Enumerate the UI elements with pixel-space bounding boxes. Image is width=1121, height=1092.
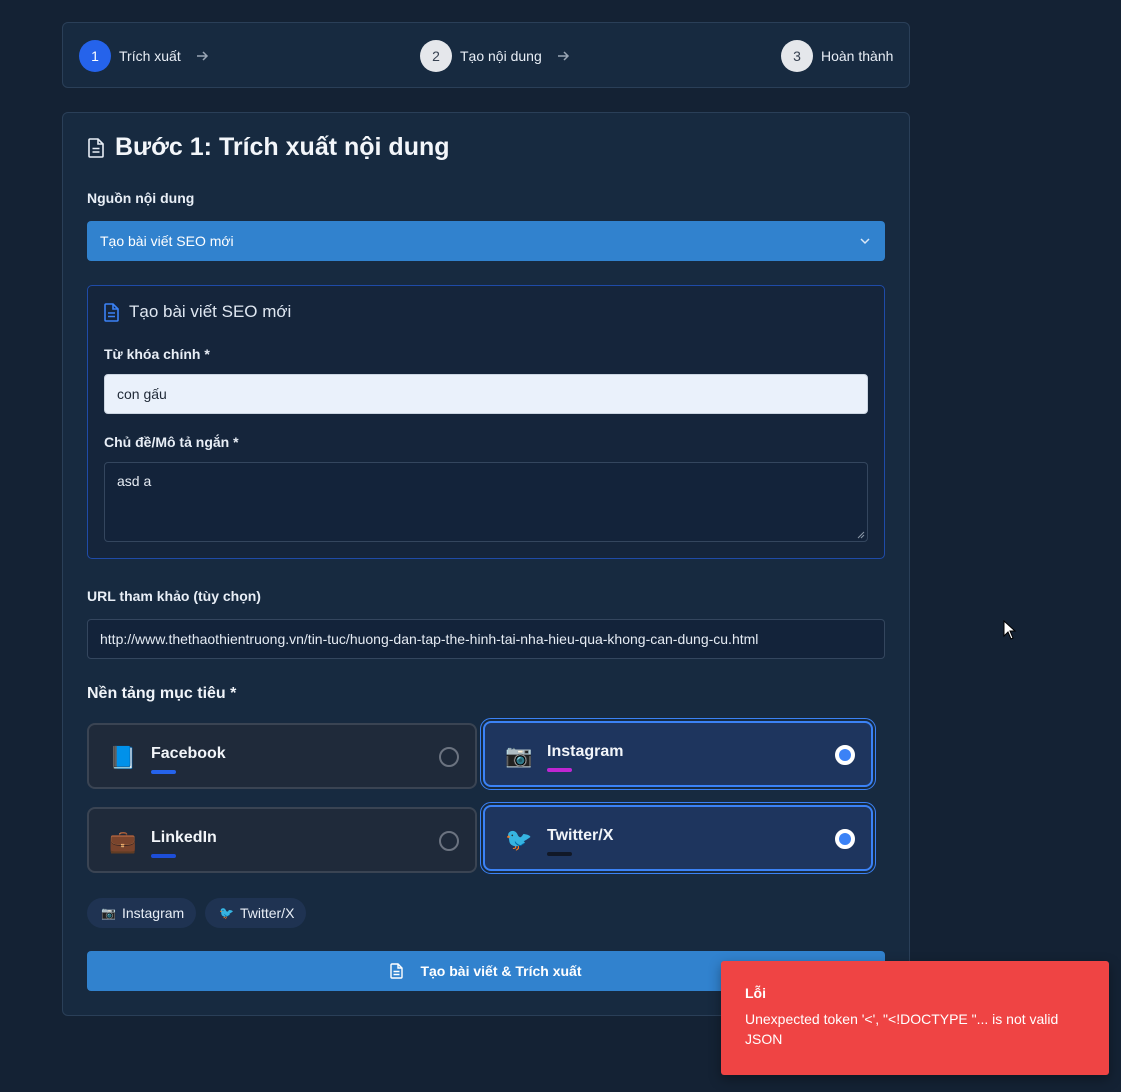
step-2-number: 2 [420, 40, 452, 72]
step-1-label: Trích xuất [119, 48, 181, 64]
platform-color-bar [151, 770, 176, 774]
url-input[interactable]: http://www.thethaothientruong.vn/tin-tuc… [87, 619, 885, 659]
seo-panel-title-text: Tạo bài viết SEO mới [129, 302, 292, 321]
document-icon [88, 137, 104, 158]
seo-panel: Tạo bài viết SEO mới Từ khóa chính * con… [87, 285, 885, 559]
step-1-number: 1 [79, 40, 111, 72]
platform-color-bar [151, 854, 176, 858]
platform-option-facebook[interactable]: 📘 Facebook [87, 723, 477, 789]
create-extract-button-label: Tạo bài viết & Trích xuất [420, 963, 582, 979]
platform-radio[interactable] [835, 745, 855, 765]
stepper: 1 Trích xuất 2 Tạo nội dung 3 Hoàn thành [62, 22, 910, 88]
source-label: Nguồn nội dung [87, 190, 195, 206]
document-icon [104, 302, 119, 322]
arrow-right-icon [196, 51, 208, 61]
selected-platform-chip[interactable]: 🐦 Twitter/X [205, 898, 307, 928]
chevron-down-icon [860, 238, 870, 245]
platform-name: LinkedIn [151, 829, 217, 846]
mouse-cursor-icon [1003, 620, 1017, 640]
platform-option-instagram[interactable]: 📷 Instagram [480, 718, 876, 790]
card-title: Bước 1: Trích xuất nội dung [87, 133, 450, 162]
error-toast[interactable]: Lỗi Unexpected token '<', "<!DOCTYPE "..… [721, 961, 1109, 1075]
arrow-right-icon [557, 51, 569, 61]
camera-icon: 📷 [101, 906, 116, 920]
seo-panel-title: Tạo bài viết SEO mới [104, 302, 291, 322]
platform-name: Instagram [547, 743, 624, 760]
error-toast-message: Unexpected token '<', "<!DOCTYPE "... is… [745, 1011, 1059, 1047]
document-icon [390, 963, 404, 979]
platform-radio[interactable] [439, 747, 459, 767]
source-select-value: Tạo bài viết SEO mới [100, 233, 234, 249]
chip-label: Instagram [121, 905, 185, 921]
url-input-value: http://www.thethaothientruong.vn/tin-tuc… [100, 631, 759, 647]
platform-option-twitter-x[interactable]: 🐦 Twitter/X [480, 802, 876, 874]
step-3-label: Hoàn thành [821, 48, 894, 64]
book-icon: 📘 [109, 745, 137, 770]
camera-icon: 📷 [505, 743, 533, 768]
source-select[interactable]: Tạo bài viết SEO mới [87, 221, 885, 261]
platform-radio[interactable] [439, 831, 459, 851]
step-1[interactable]: 1 Trích xuất [79, 40, 209, 72]
bird-icon: 🐦 [505, 827, 533, 852]
platform-name: Facebook [151, 745, 226, 762]
step-3-number: 3 [781, 40, 813, 72]
keyword-input-value: con gấu [117, 386, 167, 402]
platform-color-bar [547, 852, 572, 856]
platform-option-linkedin[interactable]: 💼 LinkedIn [87, 807, 477, 873]
step-2-label: Tạo nội dung [460, 48, 542, 64]
platforms-title: Nền tảng mục tiêu * [87, 685, 237, 702]
keyword-label: Từ khóa chính * [104, 346, 210, 362]
topic-label: Chủ đề/Mô tả ngắn * [104, 434, 239, 450]
chip-label: Twitter/X [239, 905, 295, 921]
step-3[interactable]: 3 Hoàn thành [781, 40, 893, 72]
platform-color-bar [547, 768, 572, 772]
url-label: URL tham khảo (tùy chọn) [87, 588, 261, 604]
topic-textarea[interactable]: asd a [104, 462, 868, 542]
extract-card: Bước 1: Trích xuất nội dung Nguồn nội du… [62, 112, 910, 1016]
error-toast-title: Lỗi [745, 985, 766, 1001]
topic-textarea-value: asd a [117, 473, 152, 489]
briefcase-icon: 💼 [109, 829, 137, 854]
keyword-input[interactable]: con gấu [104, 374, 868, 414]
card-title-text: Bước 1: Trích xuất nội dung [115, 133, 450, 161]
bird-icon: 🐦 [219, 906, 234, 920]
selected-platform-chip[interactable]: 📷 Instagram [87, 898, 197, 928]
platform-name: Twitter/X [547, 827, 614, 844]
platform-radio[interactable] [835, 829, 855, 849]
step-2[interactable]: 2 Tạo nội dung [420, 40, 570, 72]
resize-handle-icon[interactable] [857, 531, 865, 539]
